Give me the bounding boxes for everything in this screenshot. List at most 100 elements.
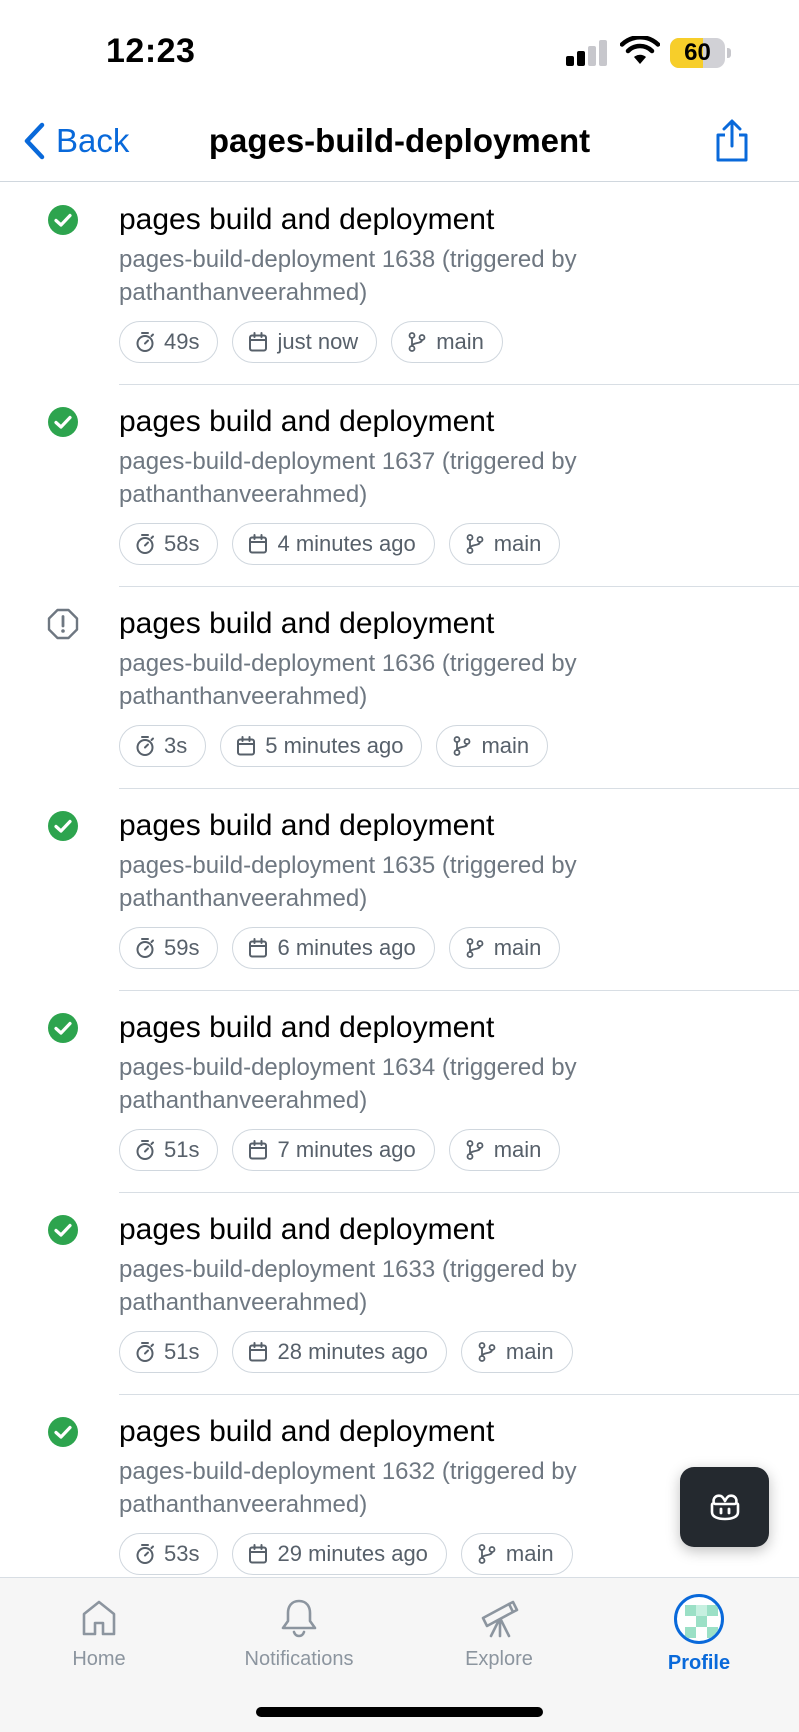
run-title: pages build and deployment [119,1213,495,1246]
run-metadata: 51s 28 minutes ago main [119,1331,573,1373]
calendar-icon [249,1140,268,1160]
telescope-icon [481,1600,519,1638]
branch-chip: main [448,927,561,969]
tab-explore[interactable]: Explore [419,1588,579,1678]
copilot-icon [710,1494,739,1521]
git-branch-icon [478,1544,496,1564]
battery-icon: 60 [670,38,731,68]
copilot-button[interactable] [680,1467,769,1547]
back-button[interactable]: Back [22,118,129,164]
run-subtitle: pages-build-deployment 1634 (triggered b… [119,1054,577,1114]
duration-label: 51s [164,1339,200,1364]
warning-octagon-icon [47,608,79,640]
home-icon [82,1600,116,1636]
run-metadata: 3s 5 minutes ago main [119,725,549,767]
duration-label: 58s [164,531,200,556]
branch-chip: main [448,1129,561,1171]
branch-label: main [505,1339,554,1364]
run-subtitle: pages-build-deployment 1633 (triggered b… [119,1256,577,1316]
duration-chip: 3s [119,725,207,767]
branch-label: main [481,733,530,758]
run-metadata: 49s just now main [119,321,503,363]
time-label: just now [277,329,359,354]
stopwatch-icon [136,938,154,958]
run-metadata: 58s 4 minutes ago main [119,523,561,565]
tab-label: Notifications [244,1648,354,1670]
success-check-icon [48,407,78,437]
branch-label: main [493,935,542,960]
success-check-icon [48,1417,78,1447]
workflow-runs-list: pages build and deployment pages-build-d… [0,183,799,1577]
run-subtitle: pages-build-deployment 1632 (triggered b… [119,1458,577,1518]
git-branch-icon [454,736,471,756]
wifi-icon [620,36,660,64]
avatar [674,1594,724,1644]
branch-chip: main [460,1331,573,1373]
run-metadata: 53s 29 minutes ago main [119,1533,573,1575]
tab-notifications[interactable]: Notifications [219,1588,379,1678]
run-title: pages build and deployment [119,1011,495,1044]
time-label: 4 minutes ago [277,531,416,556]
time-label: 29 minutes ago [277,1541,428,1566]
branch-label: main [436,329,484,354]
stopwatch-icon [136,332,154,352]
share-icon[interactable] [712,118,752,164]
git-branch-icon [466,938,484,958]
battery-level: 60 [684,39,711,66]
time-label: 6 minutes ago [277,935,416,960]
chevron-left-icon [24,122,45,160]
calendar-icon [249,1544,268,1564]
calendar-icon [249,938,268,958]
duration-label: 59s [164,935,200,960]
time-chip: 4 minutes ago [232,523,435,565]
workflow-run-row[interactable]: pages build and deployment pages-build-d… [0,789,799,991]
success-check-icon [48,1215,78,1245]
success-check-icon [48,1013,78,1043]
workflow-run-row[interactable]: pages build and deployment pages-build-d… [0,587,799,789]
workflow-run-row[interactable]: pages build and deployment pages-build-d… [0,385,799,587]
time-chip: 6 minutes ago [232,927,435,969]
git-branch-icon [478,1342,496,1362]
calendar-icon [249,332,268,352]
run-metadata: 59s 6 minutes ago main [119,927,561,969]
home-indicator [256,1707,543,1717]
run-metadata: 51s 7 minutes ago main [119,1129,561,1171]
duration-chip: 53s [119,1533,219,1575]
duration-chip: 58s [119,523,219,565]
duration-label: 53s [164,1541,200,1566]
status-bar: 12:23 60 [0,0,799,100]
git-branch-icon [466,534,484,554]
success-check-icon [48,205,78,235]
duration-chip: 51s [119,1331,219,1373]
run-subtitle: pages-build-deployment 1637 (triggered b… [119,448,577,508]
branch-label: main [493,1137,542,1162]
status-time: 12:23 [106,32,196,70]
bell-icon [281,1599,317,1638]
branch-label: main [493,531,542,556]
time-label: 28 minutes ago [277,1339,428,1364]
tab-profile[interactable]: Profile [619,1588,779,1678]
time-chip: 5 minutes ago [220,725,423,767]
stopwatch-icon [136,534,154,554]
workflow-run-row[interactable]: pages build and deployment pages-build-d… [0,183,799,385]
workflow-run-row[interactable]: pages build and deployment pages-build-d… [0,991,799,1193]
success-check-icon [48,811,78,841]
stopwatch-icon [136,1342,154,1362]
tab-label: Explore [465,1648,533,1670]
time-chip: just now [232,321,378,363]
run-title: pages build and deployment [119,809,495,842]
calendar-icon [237,736,256,756]
tab-home[interactable]: Home [19,1588,179,1678]
run-title: pages build and deployment [119,405,495,438]
stopwatch-icon [136,1140,154,1160]
tab-label: Home [72,1648,126,1670]
time-chip: 7 minutes ago [232,1129,435,1171]
duration-label: 49s [164,329,200,354]
branch-chip: main [391,321,503,363]
stopwatch-icon [136,736,154,756]
calendar-icon [249,534,268,554]
run-title: pages build and deployment [119,1415,495,1448]
run-subtitle: pages-build-deployment 1635 (triggered b… [119,852,577,912]
branch-label: main [505,1541,554,1566]
workflow-run-row[interactable]: pages build and deployment pages-build-d… [0,1193,799,1395]
